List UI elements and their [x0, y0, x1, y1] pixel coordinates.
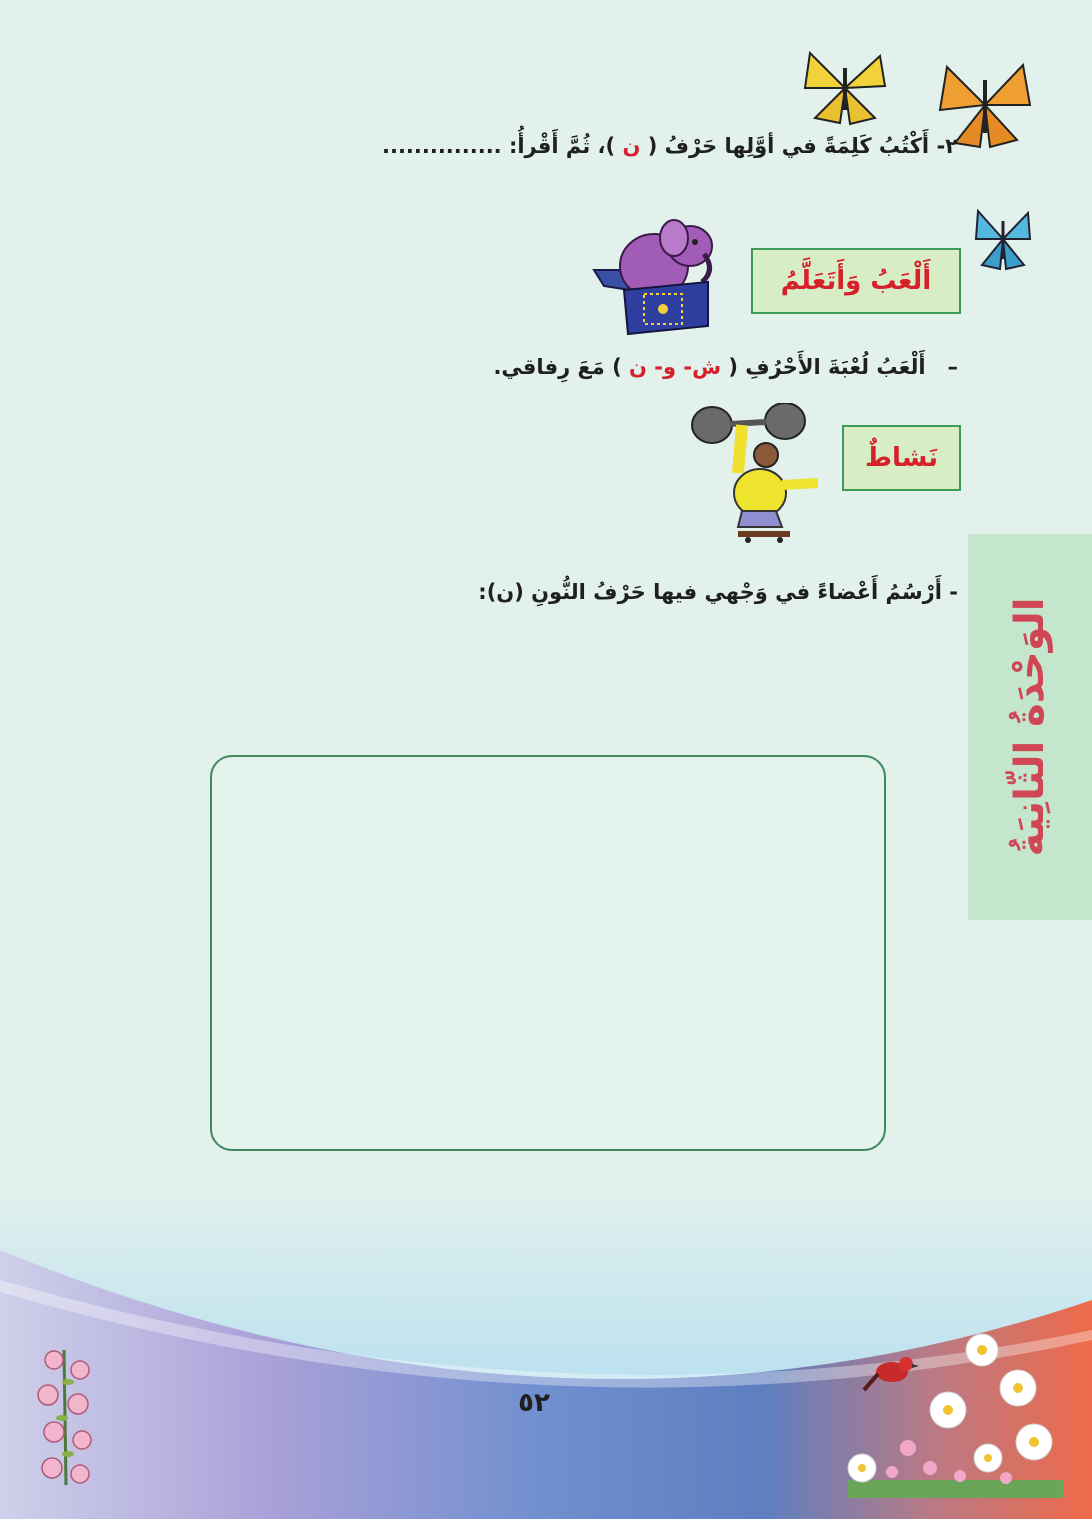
- flower-bouquet-icon: [37, 1349, 92, 1486]
- page-number: ٥٢: [518, 1388, 550, 1418]
- butterfly-yellow-icon: [803, 50, 887, 126]
- activity-heading: نَشاطٌ: [865, 443, 938, 473]
- play-learn-text-after: ) مَعَ رِفاقي.: [493, 355, 622, 379]
- unit-side-tab-label: الوَحْدَةُ الثّانِيَةُ: [1007, 597, 1053, 857]
- exercise-text-before: أَكْتُبُ كَلِمَةً في أوَّلِها حَرْفُ (: [647, 134, 930, 158]
- play-learn-line: – أَلْعَبُ لُعْبَةَ الأَحْرُفِ ( ش- و- ن…: [493, 355, 958, 379]
- play-learn-letters: ش- و- ن: [629, 355, 722, 379]
- butterfly-blue-icon: [974, 208, 1032, 271]
- exercise-number: ٢-: [936, 134, 958, 158]
- exercise-2-line: ٢- أَكْتُبُ كَلِمَةً في أوَّلِها حَرْفُ …: [382, 134, 958, 158]
- exercise-letter: ن: [622, 134, 641, 158]
- drawing-area[interactable]: [210, 755, 886, 1151]
- pink-flowers-icon: [847, 1333, 1063, 1498]
- play-learn-dash: –: [947, 355, 959, 379]
- play-learn-heading-box: أَلْعَبُ وَأَتَعَلَّمُ: [751, 248, 961, 314]
- play-learn-text-before: أَلْعَبُ لُعْبَةَ الأَحْرُفِ (: [728, 355, 926, 379]
- activity-heading-box: نَشاطٌ: [842, 425, 961, 491]
- weightlifter-icon: [691, 403, 819, 543]
- elephant-in-box-icon: [592, 219, 713, 336]
- exercise-text-after: )، ثُمَّ أَقْرأُ: ...............: [381, 134, 616, 158]
- play-learn-heading: أَلْعَبُ وَأَتَعَلَّمُ: [780, 266, 932, 296]
- activity-instruction: - أَرْسُمُ أَعْضاءً في وَجْهي فيها حَرْف…: [478, 580, 958, 604]
